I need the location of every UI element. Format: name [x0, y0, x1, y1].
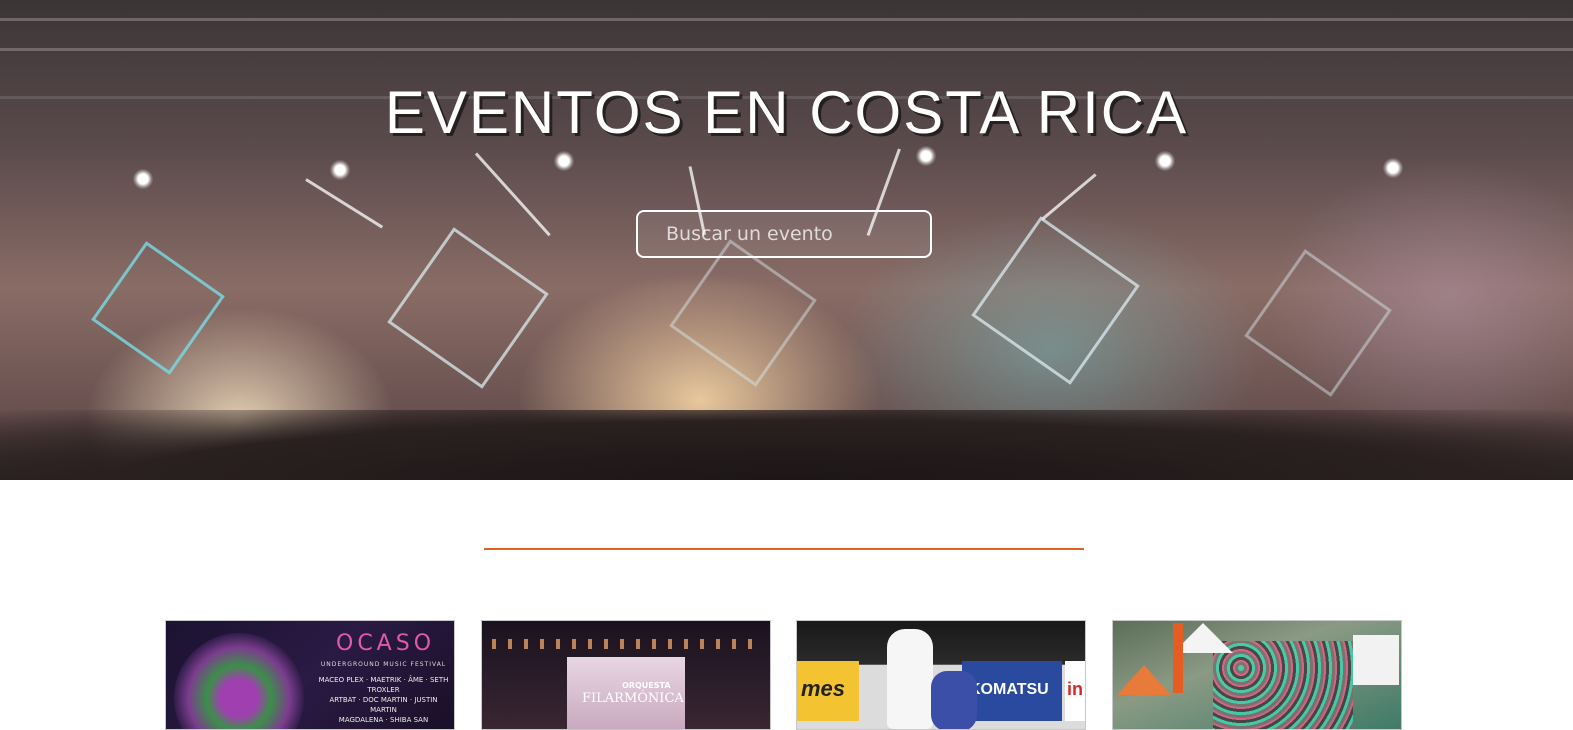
stage-light: [1155, 151, 1175, 171]
sponsor-text: mes: [801, 676, 846, 701]
stage-truss: [0, 18, 1573, 21]
event-card-judo[interactable]: mes KOMATSU in: [796, 620, 1086, 730]
stage-cube: [971, 216, 1140, 385]
stage-lights: [492, 639, 760, 649]
tent: [1353, 635, 1399, 685]
lineup-line: ARTBAT · DOC MARTIN · JUSTIN MARTIN: [329, 696, 438, 714]
stage-light: [1383, 158, 1403, 178]
stage-cube: [1244, 249, 1392, 397]
stage-light: [133, 169, 153, 189]
event-card-festival[interactable]: OCASO UNDERGROUND MUSIC FESTIVAL MACEO P…: [165, 620, 455, 730]
stage-light: [916, 146, 936, 166]
poster-logo: OCASO: [336, 631, 436, 656]
sponsor-text: KOMATSU: [969, 681, 1049, 698]
event-cards: OCASO UNDERGROUND MUSIC FESTIVAL MACEO P…: [165, 620, 1405, 730]
stage-cube: [91, 241, 225, 375]
light-beam: [1041, 173, 1097, 221]
poster-subtitle: UNDERGROUND MUSIC FESTIVAL: [320, 661, 447, 668]
orchestra-name: FILARMÓNICA: [582, 691, 684, 706]
event-card-marathon[interactable]: [1112, 620, 1402, 730]
athlete-blue: [931, 671, 977, 729]
stage-cube: [387, 227, 549, 389]
crowd-silhouette: [0, 410, 1573, 480]
stage-light: [330, 160, 350, 180]
stage-truss: [0, 48, 1573, 51]
stage-cube: [669, 239, 817, 387]
sponsor-text: in: [1067, 679, 1083, 699]
page-title: EVENTOS EN COSTA RICA: [384, 79, 1189, 146]
section-divider: [484, 548, 1084, 550]
athlete-white: [887, 629, 933, 729]
stage-light: [554, 151, 574, 171]
hero-banner: EVENTOS EN COSTA RICA: [0, 0, 1573, 480]
lineup-line: MAGDALENA · SHIBA SAN: [338, 716, 429, 724]
mandala-artwork: [174, 633, 304, 729]
search-box[interactable]: [636, 210, 932, 258]
event-card-orchestra[interactable]: ORQUESTA FILARMÓNICA: [481, 620, 771, 730]
orchestra-label: ORQUESTA: [622, 681, 671, 690]
sponsor-banner: [1173, 623, 1183, 693]
tent: [1117, 665, 1171, 695]
poster-lineup: MACEO PLEX · MAETRIK · ÂME · SETH TROXLE…: [316, 675, 451, 725]
search-input[interactable]: [638, 212, 930, 256]
light-beam: [474, 152, 551, 237]
runners-crowd: [1213, 641, 1353, 729]
lineup-line: MACEO PLEX · MAETRIK · ÂME · SETH TROXLE…: [318, 676, 449, 694]
light-beam: [305, 178, 384, 229]
